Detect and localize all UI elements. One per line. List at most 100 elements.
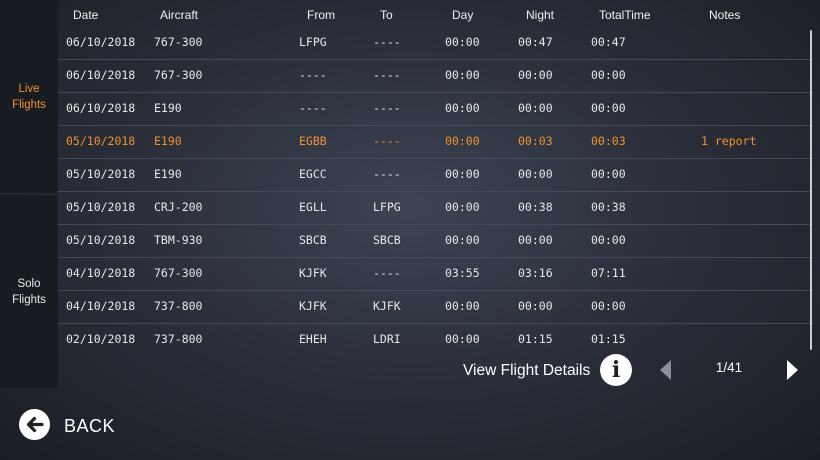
cell-date: 06/10/2018 <box>66 35 136 49</box>
cell-to: KJFK <box>373 299 401 313</box>
cell-total-time: 00:00 <box>591 68 626 82</box>
table-row[interactable]: 05/10/2018 E190 EGCC ---- 00:00 00:00 00… <box>58 159 813 192</box>
cell-night: 00:00 <box>518 233 553 247</box>
cell-day: 00:00 <box>445 134 480 148</box>
cell-night: 00:00 <box>518 299 553 313</box>
cell-date: 05/10/2018 <box>66 200 136 214</box>
table-header: Date Aircraft From To Day Night TotalTim… <box>58 0 810 28</box>
column-header-to: To <box>380 8 393 22</box>
cell-total-time: 00:00 <box>591 233 626 247</box>
cell-notes: 1 report <box>701 134 757 148</box>
cell-aircraft: 767-300 <box>154 35 203 49</box>
table-row[interactable]: 06/10/2018 E190 ---- ---- 00:00 00:00 00… <box>58 93 813 126</box>
cell-total-time: 00:47 <box>591 35 626 49</box>
cell-to: ---- <box>373 35 401 49</box>
cell-aircraft: E190 <box>154 101 182 115</box>
cell-date: 05/10/2018 <box>66 167 136 181</box>
cell-night: 00:00 <box>518 101 553 115</box>
cell-day: 00:00 <box>445 101 480 115</box>
cell-day: 00:00 <box>445 332 480 346</box>
cell-from: EGLL <box>299 200 327 214</box>
cell-total-time: 00:38 <box>591 200 626 214</box>
cell-to: ---- <box>373 101 401 115</box>
cell-from: ---- <box>299 101 327 115</box>
cell-total-time: 00:03 <box>591 134 626 148</box>
cell-from: EHEH <box>299 332 327 346</box>
cell-aircraft: 737-800 <box>154 299 203 313</box>
view-flight-details-label[interactable]: View Flight Details <box>463 362 590 380</box>
cell-night: 00:00 <box>518 167 553 181</box>
column-header-from: From <box>307 8 335 22</box>
info-icon[interactable]: i <box>600 354 632 386</box>
cell-total-time: 01:15 <box>591 332 626 346</box>
cell-date: 06/10/2018 <box>66 101 136 115</box>
table-row[interactable]: 06/10/2018 767-300 LFPG ---- 00:00 00:47… <box>58 27 813 60</box>
cell-from: LFPG <box>299 35 327 49</box>
table-row-selected[interactable]: 05/10/2018 E190 EGBB ---- 00:00 00:03 00… <box>58 126 813 159</box>
table-row[interactable]: 06/10/2018 767-300 ---- ---- 00:00 00:00… <box>58 60 813 93</box>
previous-page-arrow-icon[interactable] <box>660 360 671 380</box>
sidebar: Live Flights Solo Flights <box>0 0 58 388</box>
cell-aircraft: 767-300 <box>154 266 203 280</box>
cell-from: EGBB <box>299 134 327 148</box>
cell-from: KJFK <box>299 266 327 280</box>
back-arrow-icon[interactable] <box>19 409 50 440</box>
flight-log-table: 06/10/2018 767-300 LFPG ---- 00:00 00:47… <box>58 27 813 356</box>
cell-day: 00:00 <box>445 200 480 214</box>
cell-from: EGCC <box>299 167 327 181</box>
table-row[interactable]: 02/10/2018 737-800 EHEH LDRI 00:00 01:15… <box>58 324 813 356</box>
table-row[interactable]: 05/10/2018 CRJ-200 EGLL LFPG 00:00 00:38… <box>58 192 813 225</box>
table-row[interactable]: 04/10/2018 767-300 KJFK ---- 03:55 03:16… <box>58 258 813 291</box>
tab-solo-flights[interactable]: Solo Flights <box>0 195 58 388</box>
cell-aircraft: 737-800 <box>154 332 203 346</box>
solo-flights-line1: Solo <box>17 277 41 290</box>
cell-to: ---- <box>373 134 401 148</box>
cell-day: 00:00 <box>445 35 480 49</box>
column-header-notes: Notes <box>709 8 741 22</box>
cell-date: 04/10/2018 <box>66 266 136 280</box>
cell-date: 02/10/2018 <box>66 332 136 346</box>
live-flights-line2: Flights <box>12 98 46 111</box>
cell-day: 00:00 <box>445 299 480 313</box>
cell-aircraft: TBM-930 <box>154 233 203 247</box>
cell-to: ---- <box>373 167 401 181</box>
cell-day: 00:00 <box>445 233 480 247</box>
table-row[interactable]: 05/10/2018 TBM-930 SBCB SBCB 00:00 00:00… <box>58 225 813 258</box>
cell-to: LFPG <box>373 200 401 214</box>
cell-total-time: 00:00 <box>591 101 626 115</box>
cell-from: ---- <box>299 68 327 82</box>
cell-aircraft: CRJ-200 <box>154 200 203 214</box>
cell-to: ---- <box>373 68 401 82</box>
tab-live-flights[interactable]: Live Flights <box>0 0 58 193</box>
cell-day: 03:55 <box>445 266 480 280</box>
solo-flights-line2: Flights <box>12 293 46 306</box>
cell-to: LDRI <box>373 332 401 346</box>
table-scrollbar[interactable] <box>810 30 812 350</box>
cell-aircraft: E190 <box>154 167 182 181</box>
cell-date: 05/10/2018 <box>66 233 136 247</box>
cell-to: ---- <box>373 266 401 280</box>
cell-day: 00:00 <box>445 68 480 82</box>
back-button[interactable]: BACK <box>64 416 115 437</box>
cell-night: 03:16 <box>518 266 553 280</box>
next-page-arrow-icon[interactable] <box>787 360 798 380</box>
cell-from: SBCB <box>299 233 327 247</box>
cell-to: SBCB <box>373 233 401 247</box>
column-header-aircraft: Aircraft <box>160 8 199 22</box>
cell-night: 00:03 <box>518 134 553 148</box>
cell-total-time: 00:00 <box>591 299 626 313</box>
cell-night: 00:38 <box>518 200 553 214</box>
page-indicator: 1/41 <box>715 360 743 375</box>
cell-date: 06/10/2018 <box>66 68 136 82</box>
cell-night: 01:15 <box>518 332 553 346</box>
column-header-total-time: TotalTime <box>599 8 651 22</box>
cell-from: KJFK <box>299 299 327 313</box>
cell-day: 00:00 <box>445 167 480 181</box>
cell-aircraft: E190 <box>154 134 182 148</box>
cell-aircraft: 767-300 <box>154 68 203 82</box>
cell-date: 05/10/2018 <box>66 134 136 148</box>
live-flights-line1: Live <box>18 82 40 95</box>
table-row[interactable]: 04/10/2018 737-800 KJFK KJFK 00:00 00:00… <box>58 291 813 324</box>
cell-date: 04/10/2018 <box>66 299 136 313</box>
cell-night: 00:00 <box>518 68 553 82</box>
